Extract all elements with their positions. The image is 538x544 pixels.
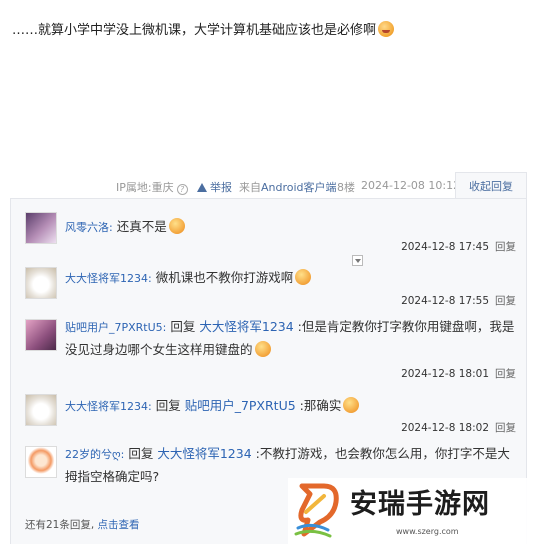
help-icon[interactable]: ? [176,184,188,195]
username-link[interactable]: 大大怪将军1234: [65,400,152,413]
laugh-emoji-icon [295,269,312,285]
smile-emoji-icon [168,218,185,234]
watermark-url: www.szerg.com [396,527,459,536]
grin-emoji-icon [378,21,395,37]
reply-button[interactable]: 回复 [495,295,516,307]
watermark: 安瑞手游网 www.szerg.com [288,478,538,544]
reply-text-cont: 没见过身边哪个女生这样用键盘的 [65,342,253,357]
reply-meta: 2024-12-8 18:01 回复 [401,366,516,381]
ip-location: IP属地:重庆? [116,179,188,195]
avatar[interactable] [25,319,57,351]
post-text: ……就算小学中学没上微机课，大学计算机基础应该也是必修啊 [12,23,377,38]
report-link[interactable]: 举报 [197,179,232,195]
reply-text: 还真不是 [116,219,167,234]
reply-meta: 2024-12-8 18:02 回复 [401,420,516,435]
warning-icon [197,183,207,192]
reply-time: 2024-12-8 17:55 [401,295,489,307]
reply-text: :那确实 [299,398,342,413]
post-time: 2024-12-08 10:12 [361,179,461,192]
post-content: ……就算小学中学没上微机课，大学计算机基础应该也是必修啊 [12,20,395,42]
reply-meta: 2024-12-8 17:45 回复 [401,239,516,254]
dropdown-icon[interactable] [352,255,363,266]
more-count: 还有21条回复, [25,519,95,531]
collapse-replies-button[interactable]: 收起回复 [455,172,527,199]
reply-content: 风零六洛: 还真不是 [65,216,516,239]
avatar[interactable] [25,267,57,299]
reply-meta: 2024-12-8 17:55 回复 [401,293,516,308]
avatar[interactable] [25,394,57,426]
reply-time: 2024-12-8 17:45 [401,241,489,253]
floor-number: 8楼 [337,181,355,194]
reply-time: 2024-12-8 18:02 [401,422,489,434]
username-link[interactable]: 22岁的兮ღ: [65,448,124,461]
more-replies: 还有21条回复, 点击查看 [25,517,140,532]
cry-emoji-icon [254,341,271,357]
username-link[interactable]: 贴吧用户_7PXRtU5: [65,321,166,334]
reply-text-cont: 拇指空格确定吗? [65,469,160,484]
username-link[interactable]: 风零六洛: [65,221,113,234]
reply-prefix: 回复 [155,398,181,413]
reply-target-link[interactable]: 大大怪将军1234 [157,446,251,461]
reply-button[interactable]: 回复 [495,368,516,380]
view-more-link[interactable]: 点击查看 [98,519,140,531]
reply-text: :但是肯定教你打字教你用键盘啊，我是 [297,319,515,334]
reply-button[interactable]: 回复 [495,422,516,434]
reply-button[interactable]: 回复 [495,241,516,253]
avatar[interactable] [25,446,57,478]
reply-content: 大大怪将军1234: 微机课也不教你打游戏啊 [65,267,516,290]
client-source: 来自Android客户端 [239,181,337,194]
watermark-title: 安瑞手游网 [350,489,490,520]
avatar[interactable] [25,212,57,244]
site-logo-icon [294,483,339,538]
reply-content: 大大怪将军1234: 回复 贴吧用户_7PXRtU5 :那确实 [65,395,516,418]
reply-prefix: 回复 [128,446,154,461]
reply-text: :不教打游戏，也会教你怎么用，你打字不是大 [255,446,510,461]
client-link[interactable]: Android客户端 [261,181,337,194]
reply-text: 微机课也不教你打游戏啊 [155,270,294,285]
reply-target-link[interactable]: 大大怪将军1234 [199,319,293,334]
reply-target-link[interactable]: 贴吧用户_7PXRtU5 [185,398,296,413]
username-link[interactable]: 大大怪将军1234: [65,272,152,285]
sweat-emoji-icon [343,397,360,413]
reply-time: 2024-12-8 18:01 [401,368,489,380]
reply-prefix: 回复 [170,319,196,334]
reply-content: 贴吧用户_7PXRtU5: 回复 大大怪将军1234 :但是肯定教你打字教你用键… [65,316,516,361]
